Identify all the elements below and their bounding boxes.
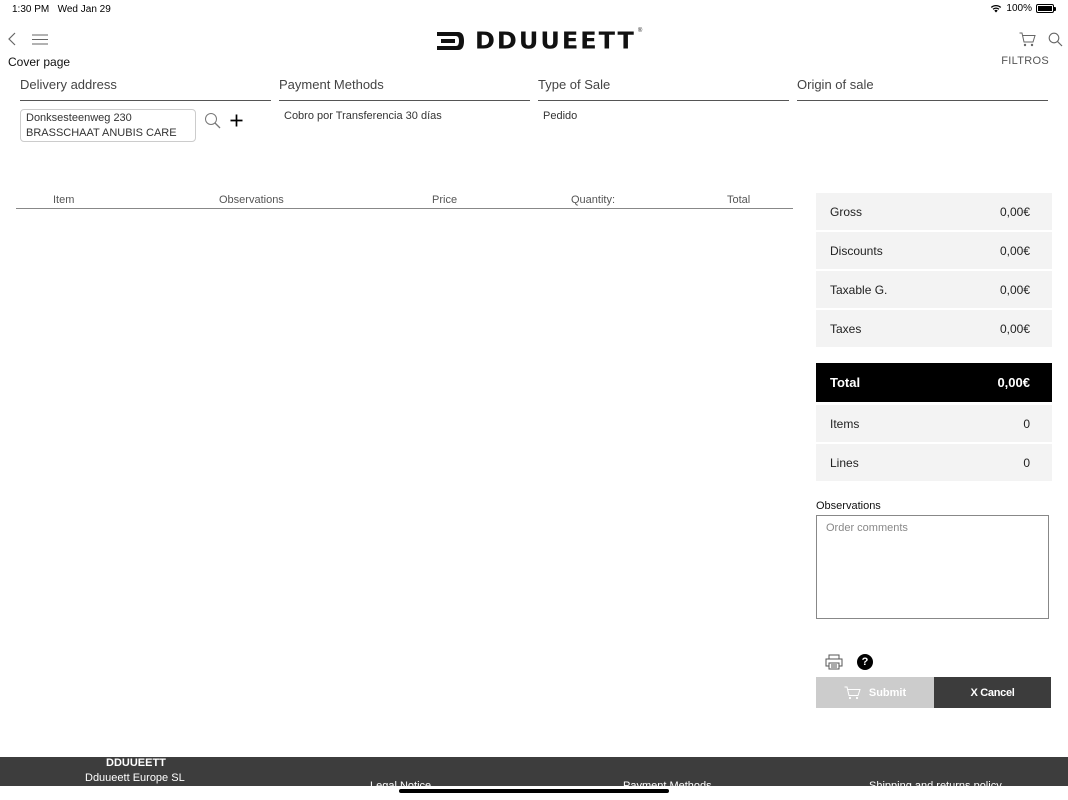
help-icon[interactable]: ? bbox=[857, 654, 873, 670]
logo-text: DDUUEETT bbox=[475, 27, 636, 55]
summary-total: Total 0,00€ bbox=[816, 363, 1052, 402]
address-line-1: Donksesteenweg 230 bbox=[26, 112, 132, 124]
cancel-button[interactable]: X Cancel bbox=[934, 677, 1051, 708]
page-title: Cover page bbox=[8, 55, 71, 69]
order-comments-field[interactable] bbox=[816, 515, 1049, 619]
summary-taxes: Taxes 0,00€ bbox=[816, 310, 1052, 347]
address-line-2: BRASSCHAAT ANUBIS CARE bbox=[26, 127, 177, 139]
cart-icon[interactable] bbox=[1018, 30, 1036, 48]
home-indicator[interactable] bbox=[399, 789, 669, 793]
filters-button[interactable]: FILTROS bbox=[1001, 55, 1049, 67]
hamburger-icon[interactable] bbox=[31, 31, 49, 47]
footer-brand: DDUUEETT bbox=[106, 757, 166, 769]
status-time: 1:30 PM Wed Jan 29 bbox=[12, 4, 111, 15]
battery-percent: 100% bbox=[1006, 3, 1032, 14]
col-price: Price bbox=[432, 194, 458, 206]
summary-discounts: Discounts 0,00€ bbox=[816, 232, 1052, 269]
items-table-header: Item Observations Price Quantity: Total bbox=[16, 193, 793, 209]
logo-mark-icon bbox=[437, 32, 464, 50]
address-search-icon[interactable] bbox=[203, 111, 221, 129]
add-address-icon[interactable] bbox=[228, 111, 244, 129]
cart-icon bbox=[844, 686, 861, 699]
battery-icon bbox=[1036, 4, 1056, 13]
col-total: Total bbox=[727, 194, 751, 206]
type-of-sale-header: Type of Sale bbox=[538, 76, 789, 101]
brand-logo[interactable]: DDUUEETT ® bbox=[436, 27, 650, 55]
search-icon[interactable] bbox=[1046, 30, 1064, 48]
origin-of-sale-header: Origin of sale bbox=[797, 76, 1048, 101]
delivery-address-header: Delivery address bbox=[20, 76, 271, 101]
wifi-icon bbox=[991, 4, 1002, 13]
status-right: 100% bbox=[990, 3, 1056, 14]
summary-taxable: Taxable G. 0,00€ bbox=[816, 271, 1052, 308]
col-quantity: Quantity: bbox=[571, 194, 616, 206]
observations-label: Observations bbox=[816, 500, 881, 512]
status-bar: 1:30 PM Wed Jan 29 100% bbox=[0, 0, 1068, 18]
sale-type-value[interactable]: Pedido bbox=[543, 110, 577, 122]
col-item: Item bbox=[53, 194, 75, 206]
chevron-left-icon[interactable] bbox=[6, 31, 18, 47]
col-observations: Observations bbox=[219, 194, 284, 206]
print-icon[interactable] bbox=[825, 654, 843, 670]
summary-gross: Gross 0,00€ bbox=[816, 193, 1052, 230]
payment-method-value[interactable]: Cobro por Transferencia 30 días bbox=[284, 110, 442, 122]
delivery-address-select[interactable]: Donksesteenweg 230 BRASSCHAAT ANUBIS CAR… bbox=[20, 109, 196, 142]
payment-methods-header: Payment Methods bbox=[279, 76, 530, 101]
submit-button[interactable]: Submit bbox=[816, 677, 934, 708]
top-bar: DDUUEETT ® bbox=[0, 26, 1068, 56]
footer-company: Dduueett Europe SL bbox=[85, 772, 185, 784]
logo-trademark: ® bbox=[637, 28, 643, 34]
summary-lines: Lines 0 bbox=[816, 444, 1052, 481]
order-header: Delivery address Payment Methods Type of… bbox=[20, 76, 1048, 102]
summary-items: Items 0 bbox=[816, 405, 1052, 442]
submit-label: Submit bbox=[868, 686, 907, 699]
